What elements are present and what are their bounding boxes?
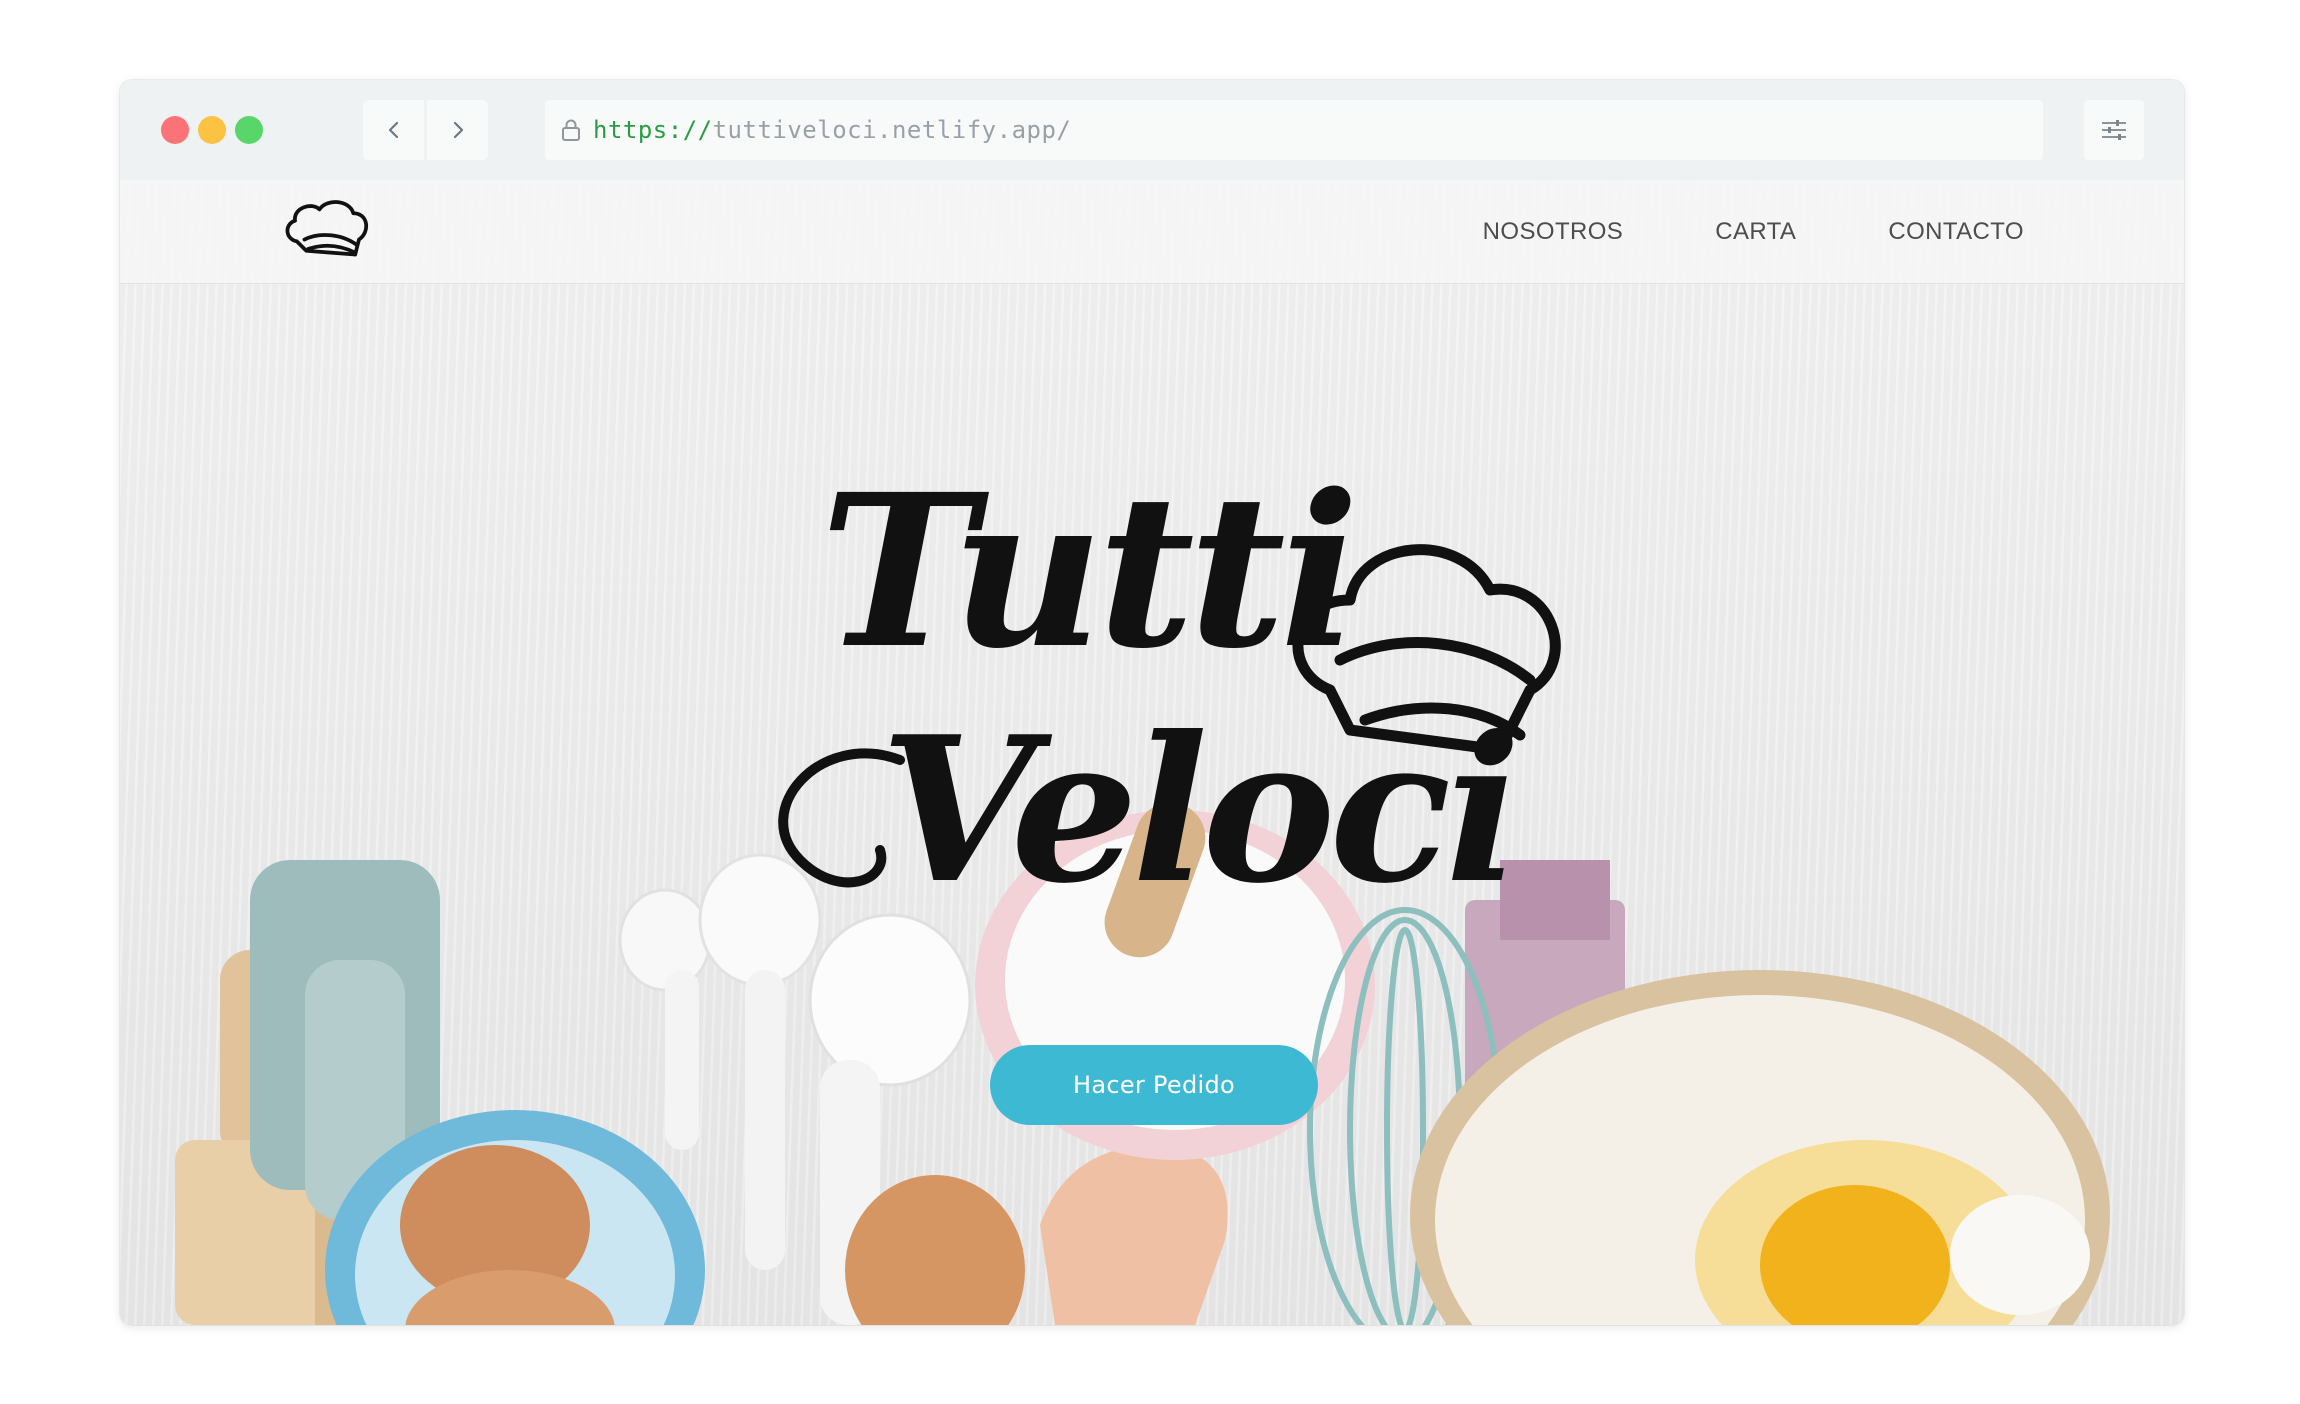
back-button[interactable] bbox=[363, 100, 424, 160]
lock-icon bbox=[562, 119, 580, 141]
chef-hat-icon[interactable] bbox=[280, 194, 374, 270]
brand-title-veloci: Veloci bbox=[880, 693, 1515, 928]
url-text: https://tuttiveloci.netlify.app/ bbox=[593, 116, 1071, 144]
sliders-icon bbox=[2102, 120, 2126, 140]
site-header: NOSOTROS CARTA CONTACTO bbox=[120, 180, 2184, 284]
brand-title-tutti: Tutti bbox=[820, 448, 1353, 695]
brand-logo: Tutti Veloci bbox=[778, 448, 1561, 928]
main-menu: NOSOTROS CARTA CONTACTO bbox=[1483, 180, 2024, 284]
close-window-button[interactable] bbox=[161, 116, 189, 144]
minimize-window-button[interactable] bbox=[198, 116, 226, 144]
browser-window: https://tuttiveloci.netlify.app/ NOSOTRO… bbox=[120, 80, 2184, 1325]
nav-link-contacto[interactable]: CONTACTO bbox=[1888, 218, 2024, 246]
maximize-window-button[interactable] bbox=[235, 116, 263, 144]
browser-menu-button[interactable] bbox=[2084, 100, 2144, 160]
chevron-left-icon bbox=[388, 121, 398, 139]
nav-link-nosotros[interactable]: NOSOTROS bbox=[1483, 218, 1624, 246]
browser-toolbar: https://tuttiveloci.netlify.app/ bbox=[120, 80, 2184, 180]
chevron-right-icon bbox=[453, 121, 463, 139]
url-host: tuttiveloci.netlify.app/ bbox=[712, 116, 1072, 144]
web-page: NOSOTROS CARTA CONTACTO Tutti Veloci Hac… bbox=[120, 180, 2184, 1325]
forward-button[interactable] bbox=[427, 100, 488, 160]
url-scheme: https:// bbox=[593, 116, 713, 144]
address-bar[interactable]: https://tuttiveloci.netlify.app/ bbox=[545, 100, 2043, 160]
order-button[interactable]: Hacer Pedido bbox=[990, 1045, 1318, 1125]
nav-link-carta[interactable]: CARTA bbox=[1715, 218, 1796, 246]
